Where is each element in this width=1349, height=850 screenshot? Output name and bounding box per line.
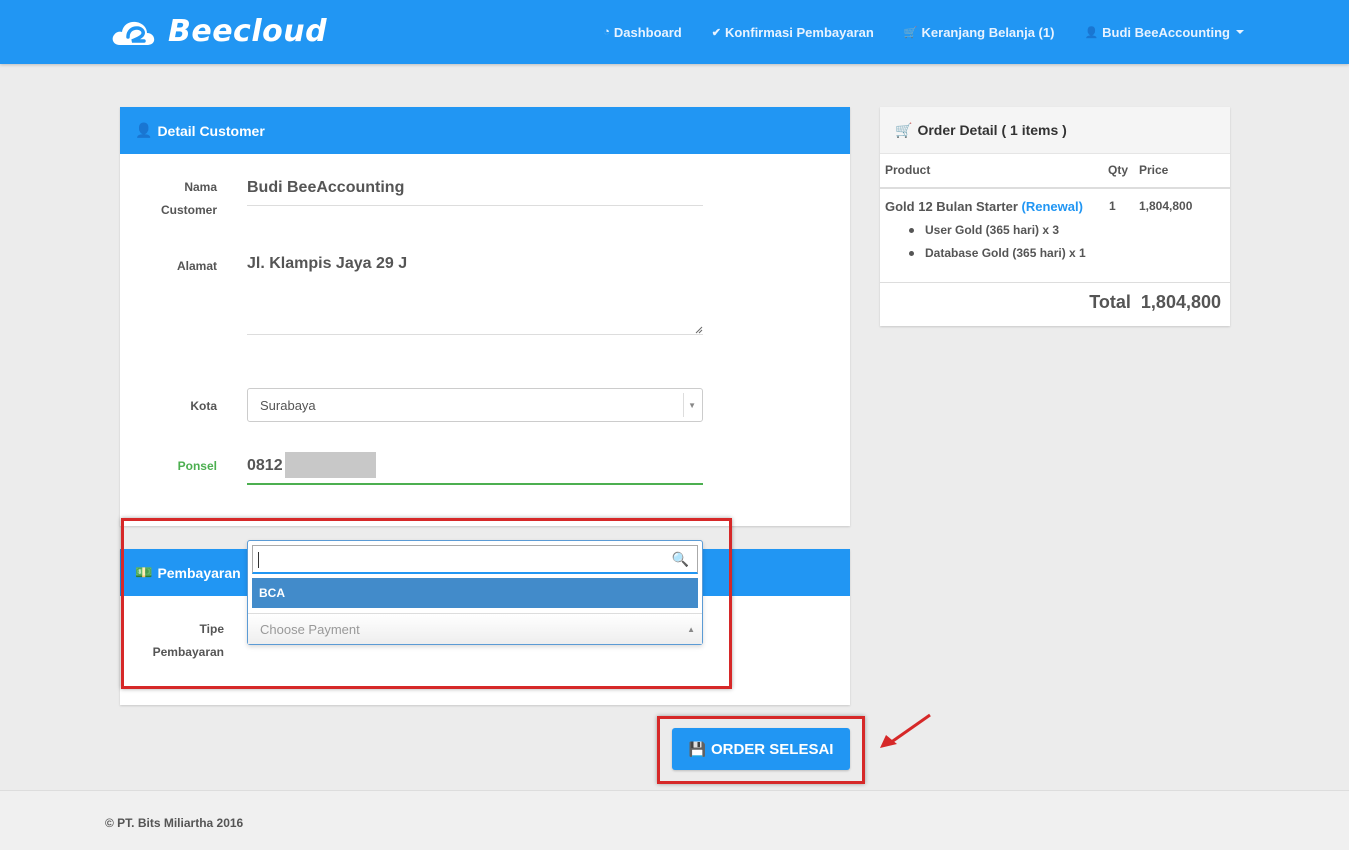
nav-dashboard-label: Dashboard [613,24,682,40]
order-detail-panel: 🛒 Order Detail ( 1 items ) Product Qty P… [880,107,1230,326]
copyright-text: © PT. Bits Miliartha 2016 [105,816,244,830]
col-product: Product [885,163,931,177]
nav-keranjang-label: Keranjang Belanja (1) [921,24,1055,40]
sub-item: User Gold (365 hari) x 3 [925,223,1060,237]
footer: © PT. Bits Miliartha 2016 [0,790,1349,850]
nama-customer-field[interactable] [247,205,703,206]
cart-icon: 🛒 [903,26,918,39]
kota-select[interactable]: Surabaya ▼ [247,388,703,422]
button-highlight-box [657,716,865,784]
col-qty: Qty [1108,163,1129,177]
cart-icon: 🛒 [895,121,913,138]
ponsel-label: Ponsel [177,459,217,473]
ponsel-value: 0812 [247,457,283,474]
dashboard-icon: ◔ [603,26,610,38]
ponsel-field[interactable] [247,483,703,485]
brand-name: Beecloud [168,14,328,49]
cloud-logo-icon [112,21,155,45]
nama-customer-value: Budi BeeAccounting [247,179,405,196]
check-icon: ✔ [711,26,721,39]
detail-customer-header: 👤 Detail Customer [120,107,850,154]
nav-keranjang-belanja[interactable]: 🛒 Keranjang Belanja (1) [904,25,1055,40]
product-name: Gold 12 Bulan Starter (Renewal) [885,199,1083,214]
sub-item: Database Gold (365 hari) x 1 [925,246,1086,260]
payment-highlight-box [121,518,732,689]
nav-dashboard[interactable]: ◔ Dashboard [603,25,682,40]
user-icon: 👤 [135,122,153,138]
renewal-tag[interactable]: (Renewal) [1022,199,1083,214]
kota-select-value: Surabaya [260,397,316,413]
nav-konfirmasi-pembayaran[interactable]: ✔ Konfirmasi Pembayaran [712,25,874,40]
top-navbar: Beecloud ◔ Dashboard ✔ Konfirmasi Pembay… [0,0,1349,64]
order-detail-header: 🛒 Order Detail ( 1 items ) [880,107,1230,154]
alamat-textarea[interactable] [247,334,703,335]
alamat-value: Jl. Klampis Jaya 29 J [247,255,408,272]
product-qty: 1 [1109,199,1116,213]
order-detail-title: Order Detail ( 1 items ) [917,122,1067,138]
brand[interactable]: Beecloud [110,14,327,49]
resize-handle-icon[interactable] [695,326,703,334]
col-price: Price [1139,163,1169,177]
alamat-label: Alamat [176,259,217,273]
nama-customer-label: Nama Customer [160,180,217,217]
chevron-down-icon: ▼ [688,401,696,410]
caret-down-icon [1236,30,1244,34]
nav-konfirmasi-label: Konfirmasi Pembayaran [724,24,874,40]
detail-customer-panel: 👤 Detail Customer Nama Customer Budi Bee… [120,107,850,526]
order-total: Total 1,804,800 [1089,292,1221,312]
detail-customer-title: Detail Customer [157,122,265,139]
nav-user-menu[interactable]: 👤 Budi BeeAccounting [1084,25,1244,40]
arrow-annotation-icon [880,713,931,748]
kota-label: Kota [190,399,217,413]
nav-user-label: Budi BeeAccounting [1102,24,1230,40]
product-price: 1,804,800 [1139,199,1193,213]
redacted-block [285,452,376,478]
user-icon: 👤 [1084,26,1099,39]
